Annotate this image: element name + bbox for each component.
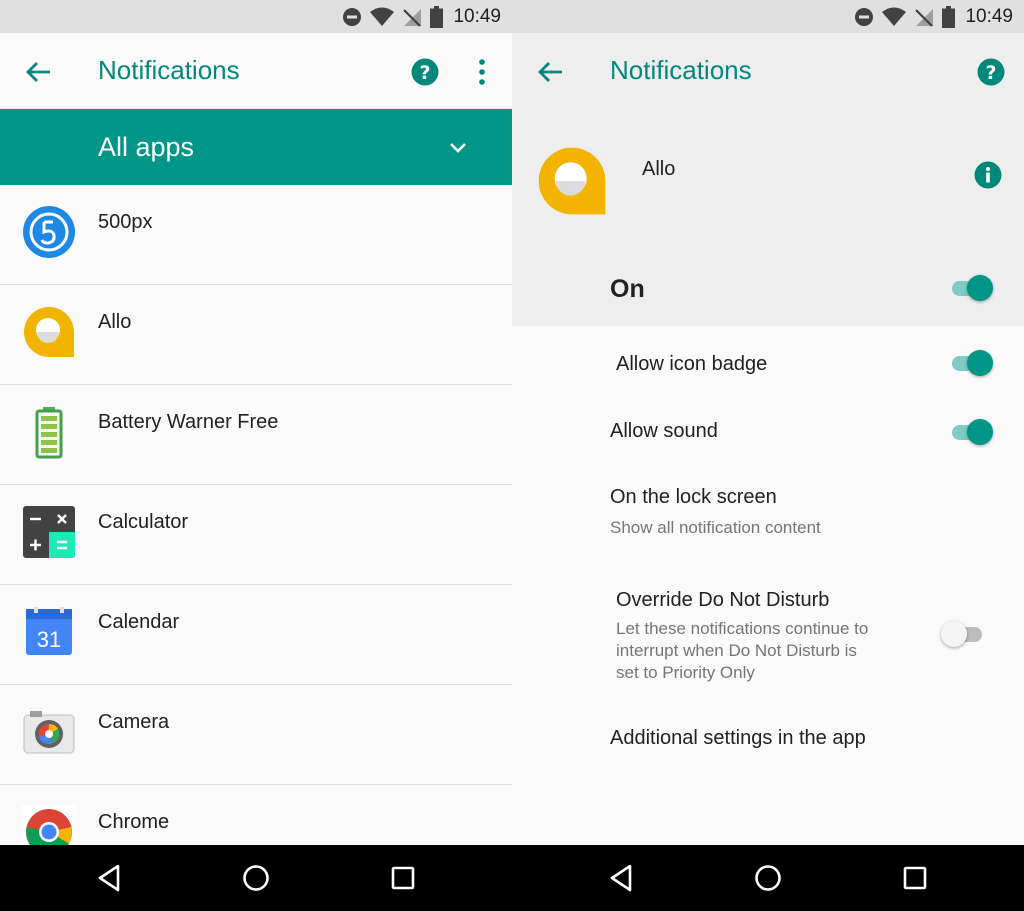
app-bar: Notifications ? [0,33,512,109]
app-row-500px[interactable]: 500px [0,185,512,285]
left-screen: 10:49 Notifications ? All apps 500px All… [0,0,512,911]
status-icons: 10:49 [342,5,501,29]
right-screen: 10:49 Notifications ? Allo On Allow icon… [512,0,1024,911]
lock-screen-subtitle: Show all notification content [610,518,821,537]
dnd-icon [343,8,362,26]
nav-back-icon[interactable] [606,862,638,894]
wifi-icon [370,7,395,26]
help-icon[interactable]: ? [411,58,439,86]
allo-app-icon [24,307,74,357]
notifications-master-toggle[interactable] [949,273,995,303]
calculator-app-icon [23,506,75,558]
app-header: Allo On [512,109,1024,326]
navigation-bar [0,845,512,911]
status-time: 10:49 [965,6,1013,27]
calendar-app-icon: 31 [26,607,72,655]
calendar-icon-date: 31 [37,627,61,652]
no-signal-icon [915,9,934,27]
page-title: Notifications [98,55,240,85]
chevron-down-icon [450,143,466,153]
allow-icon-badge-toggle[interactable] [949,348,995,378]
back-arrow-icon[interactable] [536,58,564,86]
battery-warner-app-icon [35,407,63,459]
override-dnd-title: Override Do Not Disturb [616,589,830,611]
500px-app-icon [23,206,75,258]
app-list: 500px Allo Battery Warner Free Calculato… [0,185,512,885]
back-arrow-icon[interactable] [24,58,52,86]
page-title: Notifications [610,55,752,85]
status-time: 10:49 [453,6,501,27]
nav-recents-icon[interactable] [899,862,931,894]
additional-settings-link[interactable]: Additional settings in the app [610,727,866,750]
app-bar: Notifications ? [512,33,1024,109]
app-name: Camera [98,711,170,733]
nav-recents-icon[interactable] [387,862,419,894]
nav-home-icon[interactable] [240,862,272,894]
allow-icon-badge-label: Allow icon badge [616,353,768,375]
allow-sound-label: Allow sound [610,420,718,442]
more-vert-icon[interactable] [475,58,489,86]
info-icon[interactable] [974,161,1002,189]
help-icon[interactable]: ? [977,58,1005,86]
app-name: Allo [642,158,676,180]
override-dnd-subtitle-line-1: Let these notifications continue to [616,619,869,638]
app-name: Calculator [98,511,189,533]
notifications-on-label: On [610,275,645,303]
app-name: Chrome [98,811,170,833]
status-bar: 10:49 [512,0,1024,33]
app-name: Allo [98,311,132,333]
filter-label: All apps [98,132,195,162]
app-name: Battery Warner Free [98,411,279,433]
status-bar: 10:49 [0,0,512,33]
app-row-calendar[interactable]: 31 Calendar [0,585,512,685]
camera-app-icon [23,711,75,754]
allo-app-icon [538,147,606,215]
app-name: 500px [98,211,153,233]
status-icons: 10:49 [854,5,1013,29]
svg-text:?: ? [985,62,996,84]
nav-back-icon[interactable] [94,862,126,894]
battery-icon [430,6,444,28]
app-row-camera[interactable]: Camera [0,685,512,785]
override-dnd-subtitle-line-2: interrupt when Do Not Disturb is [616,641,857,660]
app-row-allo[interactable]: Allo [0,285,512,385]
override-dnd-subtitle-line-3: set to Priority Only [616,663,755,682]
navigation-bar [512,845,1024,911]
svg-text:?: ? [419,62,430,84]
app-filter-dropdown[interactable]: All apps [0,109,512,185]
battery-icon [942,6,956,28]
lock-screen-title: On the lock screen [610,486,777,508]
dnd-icon [855,8,874,26]
app-row-calculator[interactable]: Calculator [0,485,512,585]
no-signal-icon [403,9,422,27]
wifi-icon [882,7,907,26]
nav-home-icon[interactable] [752,862,784,894]
app-row-battery-warner[interactable]: Battery Warner Free [0,385,512,485]
app-name: Calendar [98,611,180,633]
allow-sound-toggle[interactable] [949,417,995,447]
override-dnd-toggle[interactable] [941,619,987,649]
